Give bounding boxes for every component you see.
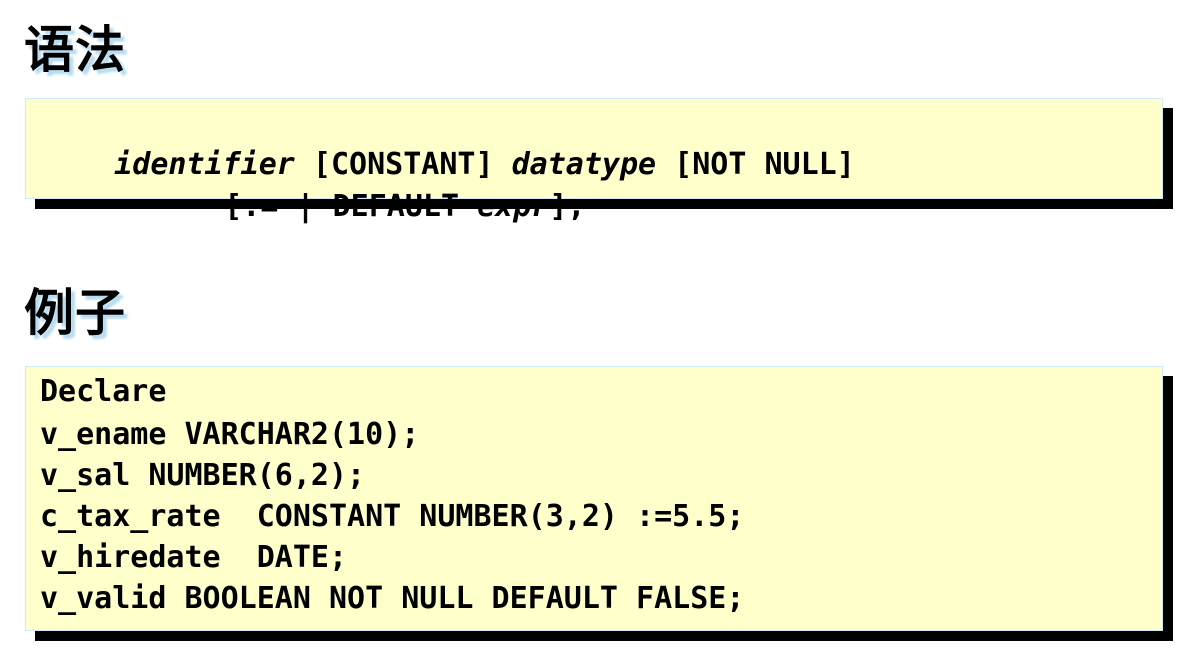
- example-heading: 例子: [24, 283, 126, 342]
- example-code-line: v_valid BOOLEAN NOT NULL DEFAULT FALSE;: [40, 581, 745, 616]
- syntax-line-2: [:= | DEFAULT expr];: [152, 147, 586, 267]
- syntax-heading: 语法: [24, 20, 126, 79]
- example-code-box: Declare v_ename VARCHAR2(10); v_sal NUMB…: [25, 366, 1163, 631]
- syntax-token-not-null: [NOT NULL]: [656, 147, 855, 182]
- syntax-token-end: ];: [549, 189, 586, 224]
- example-code-line: v_ename VARCHAR2(10);: [40, 417, 420, 452]
- syntax-token-expr: expr: [477, 189, 550, 224]
- syntax-code-box: identifier [CONSTANT] datatype [NOT NULL…: [25, 98, 1163, 224]
- example-code-line: Declare: [40, 374, 167, 409]
- example-code-line: c_tax_rate CONSTANT NUMBER(3,2) :=5.5;: [40, 499, 745, 534]
- example-code-line: v_sal NUMBER(6,2);: [40, 458, 366, 493]
- example-code-line: v_hiredate DATE;: [40, 540, 348, 575]
- syntax-token-default: [:= | DEFAULT: [224, 189, 478, 224]
